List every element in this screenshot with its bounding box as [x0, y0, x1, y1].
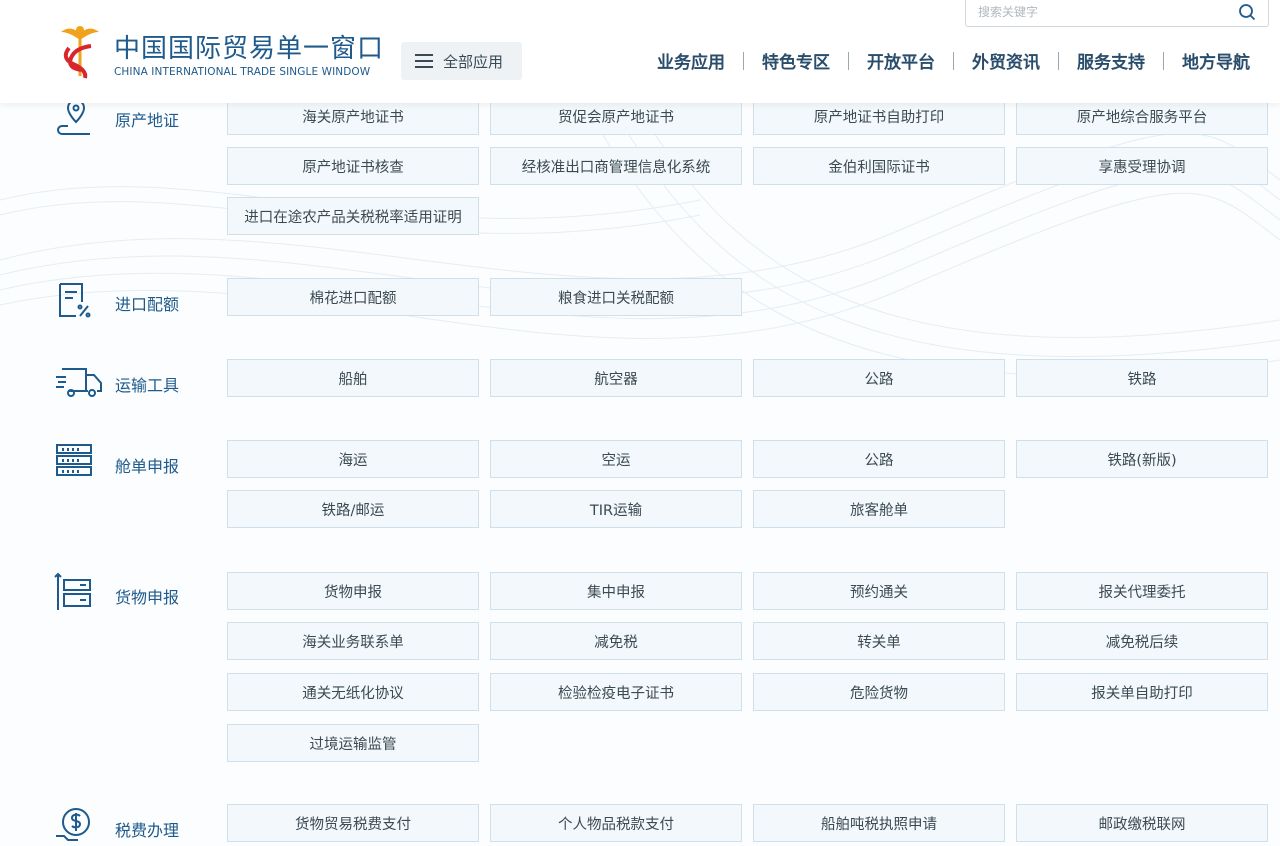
nav-divider	[1058, 51, 1059, 70]
section-title: 货物申报	[115, 588, 180, 607]
nav-business-apps[interactable]: 业务应用	[657, 48, 725, 73]
app-button[interactable]: 集中申报	[490, 572, 742, 610]
caduceus-logo-icon[interactable]	[55, 22, 105, 82]
all-apps-button[interactable]: 全部应用	[401, 42, 522, 80]
app-button[interactable]: 享惠受理协调	[1016, 147, 1268, 185]
nav-service-support[interactable]: 服务支持	[1077, 48, 1145, 73]
nav-divider	[1163, 51, 1164, 70]
section-title: 舱单申报	[115, 457, 180, 476]
search-icon[interactable]	[1238, 3, 1256, 21]
document-percent-icon	[59, 283, 91, 318]
app-button[interactable]: 进口在途农产品关税税率适用证明	[227, 197, 479, 235]
nav-trade-news[interactable]: 外贸资讯	[972, 48, 1040, 73]
app-button[interactable]: 检验检疫电子证书	[490, 673, 742, 711]
truck-icon	[56, 368, 102, 397]
nav-local-navigation[interactable]: 地方导航	[1182, 48, 1250, 73]
app-button[interactable]: 船舶吨税执照申请	[753, 804, 1005, 842]
app-button[interactable]: 货物申报	[227, 572, 479, 610]
app-button[interactable]: 棉花进口配额	[227, 278, 479, 316]
app-button[interactable]: 公路	[753, 359, 1005, 397]
app-button[interactable]: 减免税	[490, 622, 742, 660]
site-header: 中国国际贸易单一窗口 CHINA INTERNATIONAL TRADE SIN…	[0, 0, 1280, 103]
server-rack-icon	[56, 444, 92, 476]
app-button[interactable]: 个人物品税款支付	[490, 804, 742, 842]
app-button[interactable]: 铁路	[1016, 359, 1268, 397]
app-button[interactable]: 铁路(新版)	[1016, 440, 1268, 478]
app-button[interactable]: 预约通关	[753, 572, 1005, 610]
app-button[interactable]: 报关单自助打印	[1016, 673, 1268, 711]
all-apps-label: 全部应用	[443, 52, 504, 71]
site-title[interactable]: 中国国际贸易单一窗口	[114, 28, 384, 65]
app-button[interactable]: 原产地证书核查	[227, 147, 479, 185]
app-button[interactable]: 经核准出口商管理信息化系统	[490, 147, 742, 185]
app-button[interactable]: 旅客舱单	[753, 490, 1005, 528]
nav-divider	[848, 51, 849, 70]
app-button[interactable]: TIR运输	[490, 490, 742, 528]
nav-divider	[953, 51, 954, 70]
section-title: 原产地证	[115, 111, 180, 130]
app-button[interactable]: 通关无纸化协议	[227, 673, 479, 711]
app-button[interactable]: 海关业务联系单	[227, 622, 479, 660]
menu-icon	[415, 54, 433, 68]
app-button[interactable]: 空运	[490, 440, 742, 478]
section-title: 运输工具	[115, 376, 180, 395]
nav-divider	[743, 51, 744, 70]
site-subtitle: CHINA INTERNATIONAL TRADE SINGLE WINDOW	[114, 66, 371, 78]
app-button[interactable]: 海运	[227, 440, 479, 478]
app-button[interactable]: 粮食进口关税配额	[490, 278, 742, 316]
app-button[interactable]: 减免税后续	[1016, 622, 1268, 660]
section-title: 税费办理	[115, 821, 180, 840]
search-input[interactable]	[976, 1, 1230, 23]
stacked-boxes-icon	[54, 572, 91, 610]
app-button[interactable]: 金伯利国际证书	[753, 147, 1005, 185]
app-button[interactable]: 危险货物	[753, 673, 1005, 711]
app-button[interactable]: 报关代理委托	[1016, 572, 1268, 610]
section-title: 进口配额	[115, 295, 180, 314]
app-button[interactable]: 公路	[753, 440, 1005, 478]
app-button[interactable]: 邮政缴税联网	[1016, 804, 1268, 842]
app-button[interactable]: 货物贸易税费支付	[227, 804, 479, 842]
main-nav: 业务应用 特色专区 开放平台 外贸资讯 服务支持 地方导航	[657, 48, 1250, 73]
app-button[interactable]: 转关单	[753, 622, 1005, 660]
app-button[interactable]: 航空器	[490, 359, 742, 397]
nav-featured-zone[interactable]: 特色专区	[762, 48, 830, 73]
tax-dollar-icon	[56, 808, 90, 841]
search-box	[965, 0, 1269, 27]
app-catalog: 原产地证 海关原产地证书 贸促会原产地证书 原产地证书自助打印 原产地综合服务平…	[0, 0, 1280, 842]
app-button[interactable]: 过境运输监管	[227, 724, 479, 762]
app-button[interactable]: 铁路/邮运	[227, 490, 479, 528]
app-button[interactable]: 船舶	[227, 359, 479, 397]
nav-open-platform[interactable]: 开放平台	[867, 48, 935, 73]
